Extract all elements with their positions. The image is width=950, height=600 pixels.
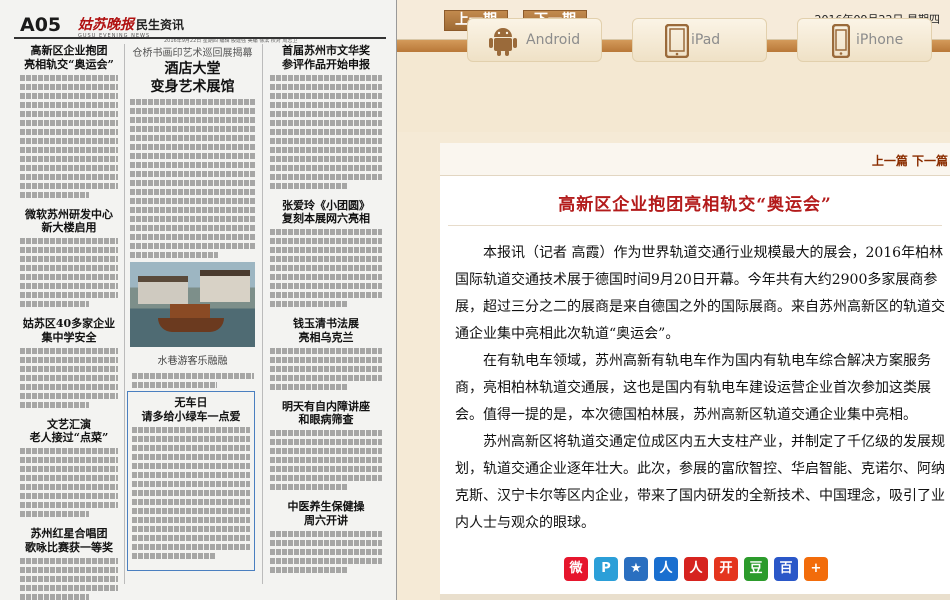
- more-share-icon[interactable]: +: [804, 557, 828, 581]
- article-paragraph: 本报讯（记者 高霞）作为世界轨道交通行业规模最大的展会，2016年柏林国际轨道交…: [455, 245, 945, 342]
- device-bar: [397, 52, 950, 132]
- ipad-icon: [665, 24, 689, 58]
- reader-bottom-border: [440, 594, 950, 600]
- kaixin-share-icon[interactable]: 开: [714, 557, 738, 581]
- people-share-icon[interactable]: 人: [684, 557, 708, 581]
- weibo-share-icon[interactable]: 微: [564, 557, 588, 581]
- article-paragraph: 在有轨电车领域，苏州高新有轨电车作为国内有轨电车综合解决方案服务商，亮相柏林轨道…: [455, 353, 931, 423]
- ipad-label: iPad: [691, 32, 721, 48]
- android-icon: [489, 28, 517, 56]
- baidu-share-icon[interactable]: 百: [774, 557, 798, 581]
- headline: 无车日 请多给小绿车一点爱: [141, 396, 241, 423]
- iphone-label: iPhone: [856, 32, 904, 48]
- title-divider: [448, 225, 942, 226]
- iphone-download-button[interactable]: iPhone: [797, 18, 932, 62]
- android-label: Android: [526, 32, 581, 48]
- douban-share-icon[interactable]: 豆: [744, 557, 768, 581]
- paper-header: A05 姑苏晚报 民生资讯 GUSU EVENING NEWS 2016年9月2…: [14, 10, 386, 44]
- renren-share-icon[interactable]: 人: [654, 557, 678, 581]
- news-photo[interactable]: [130, 262, 255, 347]
- headline[interactable]: 酒店大堂 变身艺术展馆: [130, 61, 255, 96]
- headline[interactable]: 文艺汇演 老人接过“点菜”: [20, 418, 118, 446]
- article-title: 高新区企业抱团亮相轨交“奥运会”: [558, 195, 832, 215]
- headline[interactable]: 苏州红星合唱团 歌咏比赛获一等奖: [20, 527, 118, 555]
- ipad-download-button[interactable]: iPad: [632, 18, 767, 62]
- page-number: A05: [20, 14, 62, 36]
- star-share-icon[interactable]: ★: [624, 557, 648, 581]
- column-divider: [124, 44, 125, 584]
- article-nav: 上一篇 下一篇: [440, 143, 950, 176]
- newspaper-page[interactable]: A05 姑苏晚报 民生资讯 GUSU EVENING NEWS 2016年9月2…: [0, 0, 397, 600]
- article-paragraph: 苏州高新区将轨道交通定位成区内五大支柱产业，并制定了千亿级的发展规划，轨道交通企…: [455, 434, 945, 531]
- article-body: 本报讯（记者 高霞）作为世界轨道交通行业规模最大的展会，2016年柏林国际轨道交…: [455, 240, 945, 537]
- column-3: 首届苏州市文华奖 参评作品开始申报 张爱玲《小团圆》 复刻本展网六亮相 钱玉清书…: [270, 44, 382, 583]
- android-download-button[interactable]: Android: [467, 18, 602, 62]
- headline[interactable]: 高新区企业抱团 亮相轨交“奥运会”: [20, 44, 118, 72]
- headline[interactable]: 钱玉清书法展 亮相乌克兰: [270, 317, 382, 345]
- column-2: 仓桥书画印艺术巡回展揭幕 酒店大堂 变身艺术展馆: [130, 44, 255, 258]
- headline[interactable]: 张爱玲《小团圆》 复刻本展网六亮相: [270, 199, 382, 227]
- kicker: 仓桥书画印艺术巡回展揭幕: [132, 48, 253, 59]
- masthead-logo: 姑苏晚报: [78, 17, 134, 33]
- prev-next-article-links[interactable]: 上一篇 下一篇: [872, 152, 948, 169]
- header-rule: [14, 37, 386, 39]
- headline[interactable]: 首届苏州市文华奖 参评作品开始申报: [270, 44, 382, 72]
- highlight-box[interactable]: 无车日 请多给小绿车一点爱: [127, 391, 255, 571]
- iphone-icon: [832, 24, 850, 58]
- photo-caption: 水巷游客乐融融: [157, 356, 228, 367]
- headline[interactable]: 姑苏区40多家企业 集中学安全: [20, 317, 118, 345]
- headline[interactable]: 中医养生保健操 周六开讲: [270, 500, 382, 528]
- column-1: 高新区企业抱团 亮相轨交“奥运会” 微软苏州研发中心 新大楼启用 姑苏区40多家…: [20, 44, 118, 600]
- section-title: 民生资讯: [136, 18, 185, 32]
- column-divider: [262, 44, 263, 584]
- headline[interactable]: 明天有自内障讲座 和眼病筛查: [270, 400, 382, 428]
- qzone-share-icon[interactable]: P: [594, 557, 618, 581]
- headline[interactable]: 微软苏州研发中心 新大楼启用: [20, 208, 118, 236]
- photo-note: [132, 370, 254, 388]
